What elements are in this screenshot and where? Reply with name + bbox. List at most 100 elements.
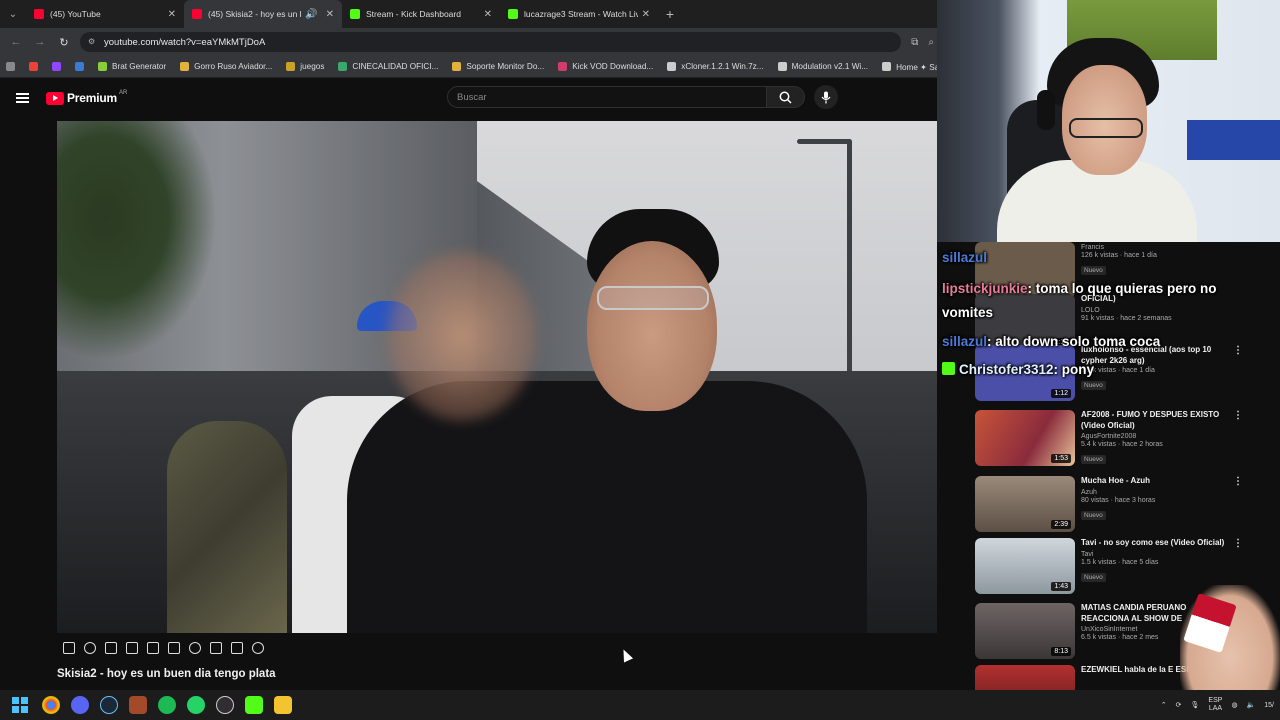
keyboard-layout: LAA bbox=[1208, 705, 1223, 712]
forward-arrow-icon[interactable]: → bbox=[28, 36, 52, 48]
chat-username: sillazul bbox=[942, 250, 988, 265]
bookmark-favicon-icon bbox=[180, 62, 190, 71]
more-options-icon[interactable]: ⋮ bbox=[1233, 538, 1243, 549]
filter-icon[interactable] bbox=[168, 642, 180, 654]
video-thumbnail[interactable] bbox=[975, 665, 1075, 690]
bookmark-label: CINECALIDAD OFICI... bbox=[352, 62, 439, 71]
speaker-icon[interactable]: 🔊 bbox=[305, 9, 317, 20]
browser-tab[interactable]: Stream - Kick Dashboard ✕ bbox=[342, 0, 500, 28]
video-thumbnail[interactable]: 2:39 bbox=[975, 476, 1075, 532]
more-options-icon[interactable]: ⋮ bbox=[1233, 410, 1243, 421]
video-frame-singer bbox=[347, 381, 867, 633]
chat-text: : toma lo que quieras pero no bbox=[1027, 281, 1217, 296]
video-thumbnail[interactable]: 1:43 bbox=[975, 538, 1075, 594]
webcam-glasses bbox=[1069, 118, 1143, 138]
reload-icon[interactable]: ↻ bbox=[52, 36, 76, 49]
more-options-icon[interactable]: ⋮ bbox=[1233, 476, 1243, 487]
bookmark-folder-juegos[interactable]: juegos bbox=[286, 62, 324, 71]
recommendation-item[interactable]: 1:53 AF2008 - FUMO Y DESPUES EXISTO (Vid… bbox=[975, 410, 1255, 468]
video-title-link[interactable]: AF2008 - FUMO Y DESPUES EXISTO (Video Of… bbox=[1081, 410, 1229, 431]
twitch-bookmark-icon[interactable] bbox=[52, 62, 66, 71]
tab-search-chevron-icon[interactable]: ⌄ bbox=[0, 0, 26, 28]
bookmark-favicon-icon bbox=[98, 62, 107, 71]
apps-grid-icon[interactable] bbox=[6, 62, 20, 71]
close-tab-icon[interactable]: ✕ bbox=[484, 9, 492, 20]
channel-name[interactable]: Azuh bbox=[1081, 489, 1229, 496]
chat-message: sillazul: alto down solo toma coca bbox=[942, 334, 1160, 349]
close-tab-icon[interactable]: ✕ bbox=[326, 9, 334, 20]
bookmark-satvrn[interactable]: Home ✦ Satvrn bbox=[882, 62, 940, 72]
app-icon[interactable] bbox=[129, 696, 147, 714]
gmail-bookmark-icon[interactable] bbox=[29, 62, 43, 71]
bookmark-favicon-icon bbox=[777, 62, 787, 71]
speed-icon[interactable] bbox=[189, 642, 201, 654]
video-frame-lamp bbox=[797, 139, 852, 144]
audio-icon[interactable] bbox=[84, 642, 96, 654]
browser-tab[interactable]: lucazrage3 Stream - Watch Live ✕ bbox=[500, 0, 658, 28]
kick-icon[interactable] bbox=[245, 696, 263, 714]
bookmarks-bar: Brat Generator Gorro Ruso Aviador... jue… bbox=[0, 56, 940, 78]
bookmark-cinecalidad[interactable]: CINECALIDAD OFICI... bbox=[338, 62, 438, 71]
bookmark-gorro-ruso[interactable]: Gorro Ruso Aviador... bbox=[180, 62, 272, 71]
bookmark-xcloner[interactable]: xCloner.1.2.1 Win.7z... bbox=[667, 62, 764, 71]
close-tab-icon[interactable]: ✕ bbox=[642, 9, 650, 20]
voice-search-button[interactable] bbox=[814, 85, 838, 109]
spotify-icon[interactable] bbox=[158, 696, 176, 714]
recommendation-item[interactable]: 2:39 Mucha Hoe - Azuh Azuh 80 vistas · h… bbox=[975, 476, 1255, 534]
chat-message: vomites bbox=[942, 305, 993, 320]
bookmark-modulation[interactable]: Modulation v2.1 Wi... bbox=[777, 62, 868, 71]
search-input[interactable]: Buscar bbox=[447, 86, 767, 108]
file-explorer-icon[interactable] bbox=[274, 696, 292, 714]
url-input[interactable]: ⚙ youtube.com/watch?v=eaYMkMTjDoA bbox=[80, 32, 902, 52]
camera-icon[interactable] bbox=[231, 642, 243, 654]
video-thumbnail[interactable]: 8:13 bbox=[975, 603, 1075, 659]
bookmark-brat-generator[interactable]: Brat Generator bbox=[98, 62, 166, 71]
site-info-icon[interactable]: ⚙ bbox=[88, 37, 98, 47]
bookmark-kick-vod[interactable]: Kick VOD Download... bbox=[558, 62, 653, 71]
search-button[interactable] bbox=[767, 86, 805, 108]
microphone-icon bbox=[821, 91, 831, 103]
chevron-up-icon[interactable]: ⌃ bbox=[1161, 701, 1167, 709]
browser-tab[interactable]: (45) YouTube ✕ bbox=[26, 0, 184, 28]
bookmark-icon[interactable] bbox=[75, 62, 89, 71]
popout-icon[interactable] bbox=[210, 642, 222, 654]
menu-icon[interactable] bbox=[16, 93, 30, 103]
zoom-icon[interactable]: ⌕ bbox=[928, 37, 934, 48]
loop-icon[interactable] bbox=[63, 642, 75, 654]
video-player[interactable] bbox=[57, 121, 937, 633]
obs-icon[interactable] bbox=[216, 696, 234, 714]
channel-name[interactable]: Tavi bbox=[1081, 551, 1229, 558]
steam-icon[interactable] bbox=[100, 696, 118, 714]
clock[interactable]: 15/ bbox=[1264, 702, 1274, 709]
windows-start-icon[interactable] bbox=[12, 697, 28, 713]
video-thumbnail[interactable]: 1:53 bbox=[975, 410, 1075, 466]
discord-icon[interactable] bbox=[71, 696, 89, 714]
network-icon[interactable]: ⟳ bbox=[1176, 701, 1182, 709]
youtube-premium-logo[interactable]: Premium AR bbox=[46, 90, 127, 105]
video-frame-trees bbox=[57, 121, 217, 361]
chat-text: : alto down solo toma coca bbox=[987, 334, 1161, 349]
new-tab-button[interactable]: + bbox=[658, 6, 682, 22]
back-arrow-icon[interactable]: ← bbox=[4, 36, 28, 48]
whatsapp-icon[interactable] bbox=[187, 696, 205, 714]
wifi-icon[interactable]: ◍ bbox=[1231, 701, 1237, 709]
video-title-link[interactable]: Mucha Hoe - Azuh bbox=[1081, 476, 1229, 487]
language-indicator[interactable]: ESP LAA bbox=[1208, 697, 1222, 713]
microphone-tray-icon[interactable]: 🎙 bbox=[1191, 701, 1200, 709]
cast-icon[interactable]: ⧉ bbox=[911, 37, 918, 48]
video-title-link[interactable]: Tavi - no soy como ese (Video Oficial) bbox=[1081, 538, 1229, 549]
browser-tab-active[interactable]: (45) Skisia2 - hoy es un bue 🔊 ✕ bbox=[184, 0, 342, 28]
bookmark-label: xCloner.1.2.1 Win.7z... bbox=[681, 62, 764, 71]
screenshot-icon[interactable] bbox=[105, 642, 117, 654]
close-tab-icon[interactable]: ✕ bbox=[168, 9, 176, 20]
channel-name[interactable]: AgusFortnite2008 bbox=[1081, 433, 1229, 440]
volume-icon[interactable]: 🔈 bbox=[1247, 701, 1256, 709]
miniplayer-icon[interactable] bbox=[147, 642, 159, 654]
video-frame-hand bbox=[387, 251, 537, 421]
bookmark-soporte-monitor[interactable]: Soporte Monitor Do... bbox=[452, 62, 544, 71]
theater-icon[interactable] bbox=[126, 642, 138, 654]
logo-text: Premium bbox=[67, 91, 117, 105]
chat-message: lipstickjunkie: toma lo que quieras pero… bbox=[942, 281, 1217, 296]
chrome-icon[interactable] bbox=[42, 696, 60, 714]
gear-icon[interactable] bbox=[252, 642, 264, 654]
